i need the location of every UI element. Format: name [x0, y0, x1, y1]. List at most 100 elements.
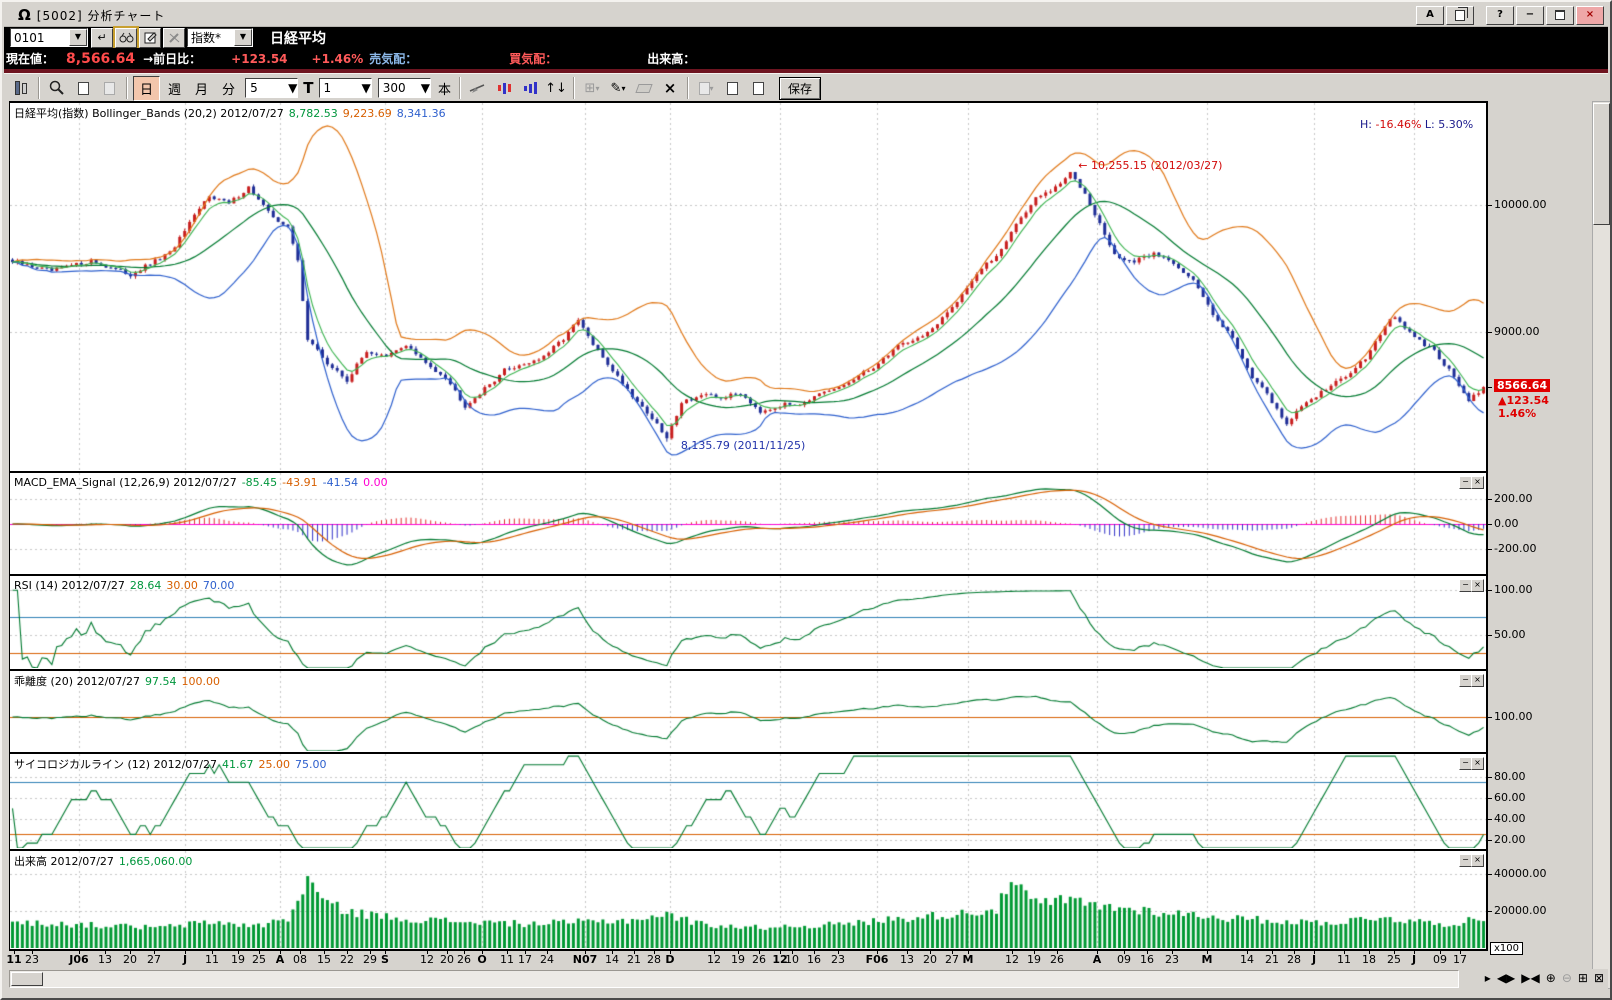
- volume-histogram-button[interactable]: [518, 77, 542, 99]
- indicator-histogram-button[interactable]: [492, 77, 516, 99]
- vertical-scrollbar-thumb[interactable]: [1593, 103, 1610, 225]
- x-axis-label: 19: [1027, 953, 1041, 966]
- h-expand-icon[interactable]: ◀▶: [1497, 971, 1515, 985]
- tick-combo[interactable]: 1 ▼: [319, 78, 372, 98]
- bar-count-combo[interactable]: 300 ▼: [378, 78, 431, 98]
- chevron-down-icon[interactable]: ▼: [69, 29, 87, 46]
- x-axis-label: 15: [317, 953, 331, 966]
- x-axis-label: 27: [945, 953, 959, 966]
- search-binoculars-button[interactable]: [115, 28, 137, 48]
- grid-panel-icon[interactable]: ⊞: [1578, 971, 1588, 985]
- x-axis-label: N07: [573, 953, 598, 966]
- y-axis-label: 40000.00: [1494, 867, 1547, 880]
- page-icon: [727, 82, 738, 95]
- x-axis-label: 17: [518, 953, 532, 966]
- trendline-icon: [469, 82, 487, 94]
- minimize-button[interactable]: −: [1516, 6, 1544, 25]
- y-axis-label: -200.00: [1494, 542, 1536, 555]
- x-axis-label: 21: [1265, 953, 1279, 966]
- play-right-icon[interactable]: ▸: [1485, 971, 1491, 985]
- x-axis-label: 12: [707, 953, 721, 966]
- x-axis-label: A: [1093, 953, 1102, 966]
- y-axis-label: 80.00: [1494, 770, 1526, 783]
- symbol-code-combo[interactable]: 0101 ▼: [10, 28, 88, 47]
- close-box-icon[interactable]: ⊠: [1594, 971, 1604, 985]
- app-logo-icon: Ω: [18, 6, 31, 24]
- bar-type-button[interactable]: [9, 77, 33, 99]
- period-month-toggle[interactable]: 月: [189, 77, 214, 100]
- y-axis-label: 40.00: [1494, 812, 1526, 825]
- pen-disabled-button[interactable]: [163, 28, 185, 48]
- y-axis-label: 50.00: [1494, 628, 1526, 641]
- x-axis-line: [9, 949, 1488, 951]
- volume-label: 出来高：: [647, 50, 695, 67]
- x-axis-label: 21: [627, 953, 641, 966]
- eraser-button[interactable]: [632, 77, 656, 99]
- zoom-in-icon[interactable]: ⊕: [1546, 971, 1556, 985]
- x-axis-label: 13: [98, 953, 112, 966]
- h-collapse-icon[interactable]: ▶◀: [1521, 971, 1539, 985]
- chevron-down-icon[interactable]: ▼: [234, 29, 252, 46]
- horizontal-scrollbar[interactable]: [9, 970, 1459, 988]
- save-button[interactable]: 保存: [779, 77, 821, 100]
- x-axis-label: 09: [1117, 953, 1131, 966]
- period-minute-toggle[interactable]: 分: [216, 77, 241, 100]
- category-combo[interactable]: 指数* ▼: [187, 28, 253, 47]
- y-axis-label: 60.00: [1494, 791, 1526, 804]
- copy-page-button[interactable]: [97, 77, 121, 99]
- y-axis-label: 9000.00: [1494, 325, 1540, 338]
- x-axis-label: J: [1412, 953, 1416, 966]
- x-axis-label: 08: [293, 953, 307, 966]
- draw-pencil-button[interactable]: ✎▾: [606, 77, 630, 99]
- x-axis-label: A: [276, 953, 285, 966]
- tick-label: T: [303, 79, 313, 97]
- help-button[interactable]: ?: [1486, 6, 1514, 25]
- x-axis-label: 25: [252, 953, 266, 966]
- vertical-scrollbar[interactable]: [1592, 101, 1611, 989]
- change-pct: +1.46%: [312, 52, 364, 66]
- x-axis-label: 24: [540, 953, 554, 966]
- delete-all-button[interactable]: ×: [658, 77, 682, 99]
- minute-value: 5: [246, 81, 288, 95]
- trendline-button[interactable]: [466, 77, 490, 99]
- volume-panel-canvas: [10, 851, 1486, 948]
- chevron-down-icon[interactable]: ▼: [362, 81, 371, 95]
- y-axis-label: 20.00: [1494, 833, 1526, 846]
- y-axis-label: 100.00: [1494, 710, 1533, 723]
- x-axis-label: 27: [147, 953, 161, 966]
- y-axis-label: 20000.00: [1494, 904, 1547, 917]
- magnifier-icon: [49, 80, 65, 96]
- chevron-down-icon[interactable]: ▼: [288, 81, 297, 95]
- x-axis-label: 28: [647, 953, 661, 966]
- new-page-button[interactable]: [71, 77, 95, 99]
- x-axis-label: M: [1202, 953, 1213, 966]
- x-axis-label: 12: [420, 953, 434, 966]
- x-axis-label: 26: [1050, 953, 1064, 966]
- period-day-toggle[interactable]: 日: [133, 76, 160, 101]
- updown-scale-button[interactable]: ↑↓: [544, 77, 568, 99]
- chevron-down-icon[interactable]: ▼: [421, 81, 430, 95]
- font-button[interactable]: A: [1416, 6, 1444, 25]
- window-save-button[interactable]: ▾: [694, 77, 718, 99]
- app-window: Ω [5002] 分析チャート A ? − × 0101 ▼ ↵ 指数* ▼ 日…: [0, 0, 1612, 1000]
- x-axis-label: 20: [123, 953, 137, 966]
- minute-combo[interactable]: 5 ▼: [245, 78, 298, 98]
- grid-layout-button[interactable]: ⊞▾: [580, 77, 604, 99]
- copy-button[interactable]: [1446, 6, 1474, 25]
- enter-button[interactable]: ↵: [91, 28, 113, 48]
- histogram-icon: [498, 85, 501, 91]
- pen-slash-icon: [168, 31, 181, 44]
- x-axis-label: 28: [1287, 953, 1301, 966]
- copy-icon: [1455, 10, 1465, 21]
- x-axis-label: J06: [69, 953, 88, 966]
- horizontal-scrollbar-thumb[interactable]: [11, 972, 43, 986]
- period-week-toggle[interactable]: 週: [162, 77, 187, 100]
- x-axis-label: 18: [1362, 953, 1376, 966]
- x-axis-label: F06: [866, 953, 889, 966]
- memo-edit-button[interactable]: [139, 28, 161, 48]
- close-button[interactable]: ×: [1576, 6, 1604, 25]
- zoom-tool-button[interactable]: [45, 77, 69, 99]
- page-next-button[interactable]: [746, 77, 770, 99]
- restore-button[interactable]: [1546, 6, 1574, 25]
- page-prev-button[interactable]: [720, 77, 744, 99]
